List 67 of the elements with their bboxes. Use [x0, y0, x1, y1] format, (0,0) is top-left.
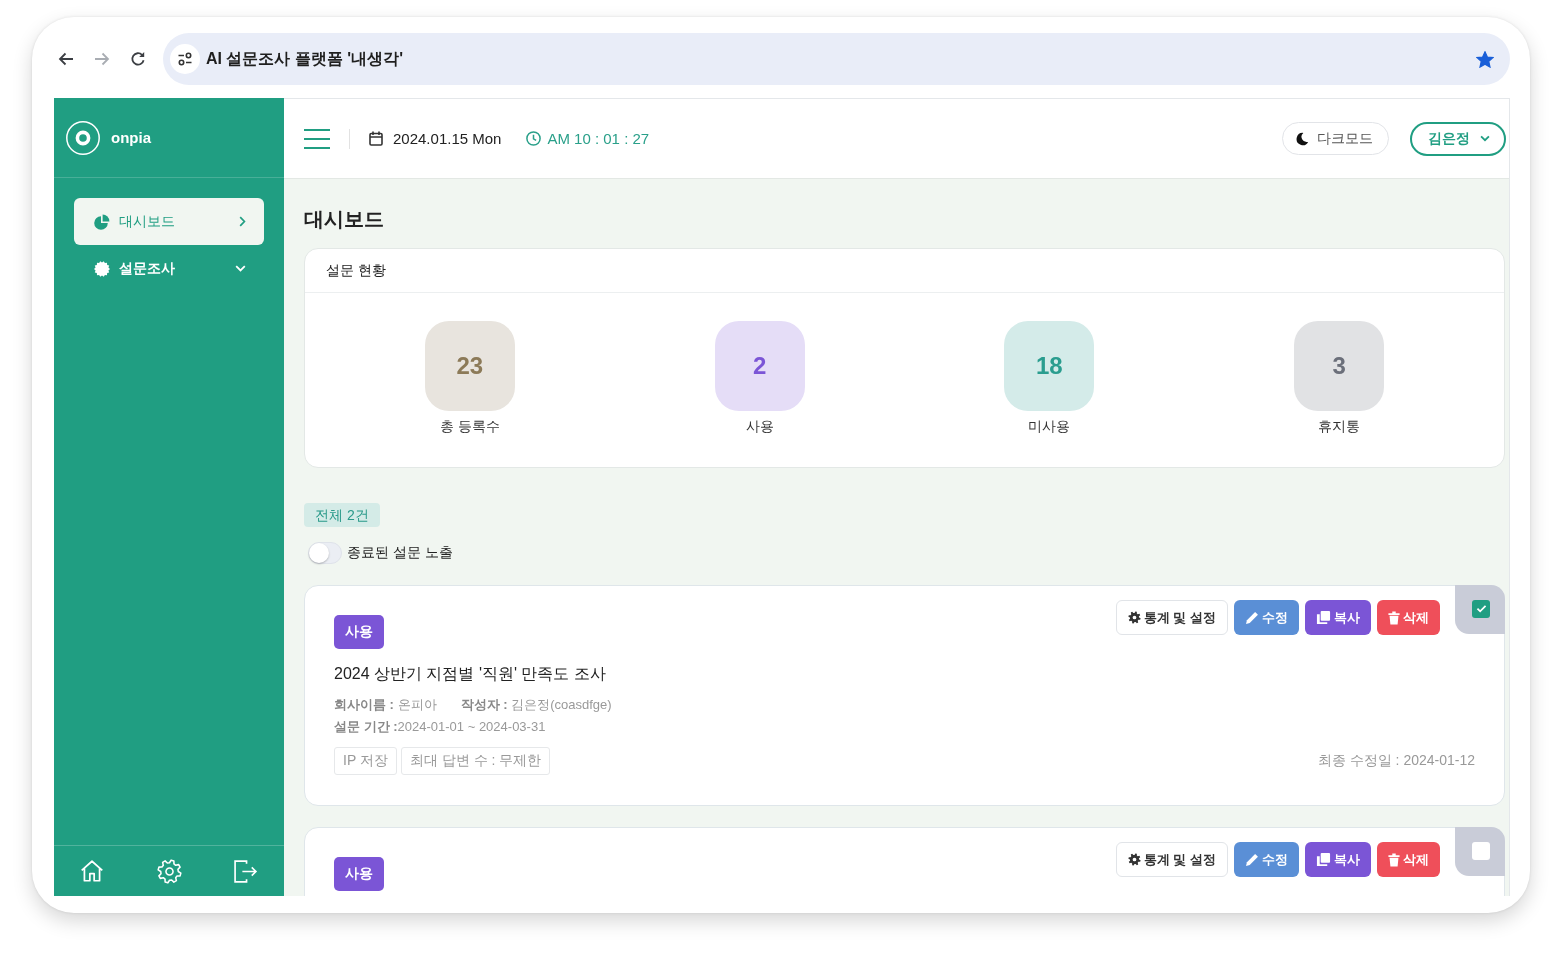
time-text: AM 10 : 01 : 27 — [547, 130, 650, 147]
stats-settings-button[interactable]: 통계 및 설정 — [1115, 600, 1228, 635]
star-icon[interactable] — [1476, 50, 1494, 68]
menu-icon[interactable] — [304, 128, 330, 149]
meta-text: 회사이름 : 온피아 — [334, 696, 437, 714]
gear-icon — [1127, 853, 1141, 866]
survey-title: 2024 상반기 지점별 '직원' 만족도 조사 — [334, 664, 607, 684]
trash-icon — [1388, 610, 1400, 625]
chevron-down-icon — [1480, 135, 1490, 142]
moon-icon — [1295, 131, 1309, 146]
copy-icon — [1316, 610, 1331, 625]
option-tag: 최대 답변 수 : 무제한 — [400, 747, 551, 775]
page-title: 대시보드 — [304, 207, 385, 231]
delete-button[interactable]: 삭제 — [1377, 600, 1440, 635]
checkbox[interactable] — [1472, 599, 1490, 618]
user-menu-button[interactable]: 김은정 — [1410, 121, 1506, 156]
copy-icon — [1316, 852, 1331, 867]
toggle-switch[interactable] — [308, 542, 342, 564]
trash-icon — [1388, 852, 1400, 867]
dark-mode-button[interactable]: 다크모드 — [1282, 122, 1389, 155]
stat-label: 사용 — [745, 418, 774, 436]
check-icon — [1475, 604, 1487, 613]
count-tile: 3 — [1294, 321, 1385, 411]
edit-button[interactable]: 수정 — [1234, 842, 1299, 877]
stats-settings-button[interactable]: 통계 및 설정 — [1115, 842, 1228, 877]
clock-icon — [526, 131, 542, 146]
count-tile: 23 — [424, 321, 515, 411]
chevron-down-icon — [235, 265, 246, 272]
brand-name: onpia — [111, 129, 151, 146]
copy-button[interactable]: 복사 — [1305, 842, 1371, 877]
reload-icon[interactable] — [130, 51, 146, 67]
stat-label: 총 등록수 — [439, 418, 500, 436]
pie-chart-icon — [94, 213, 110, 230]
meta-text: 작성자 : 김은정(coasdfge) — [460, 696, 612, 714]
date-text: 2024.01.15 Mon — [393, 130, 502, 147]
checkbox[interactable] — [1472, 841, 1490, 860]
seal-icon — [94, 260, 110, 277]
count-tile: 18 — [1004, 321, 1095, 411]
count-tile: 2 — [714, 321, 805, 411]
edit-button[interactable]: 수정 — [1234, 600, 1299, 635]
stat-label: 휴지통 — [1318, 418, 1361, 436]
site-info-icon[interactable] — [170, 44, 200, 74]
back-arrow-icon[interactable] — [58, 52, 74, 66]
option-tag: IP 저장 — [334, 747, 397, 775]
total-count-badge: 전체 2건 — [304, 503, 380, 527]
chevron-right-icon — [239, 216, 246, 227]
calendar-icon — [369, 131, 383, 146]
modified-date: 최종 수정일 : 2024-01-12 — [1317, 752, 1475, 770]
address-bar[interactable]: AI 설문조사 플랫폼 '내생각' — [163, 33, 1510, 85]
gear-icon — [1127, 611, 1141, 624]
address-text: AI 설문조사 플랫폼 '내생각' — [206, 48, 403, 69]
sidebar-item[interactable]: 대시보드 — [74, 198, 264, 245]
status-badge: 사용 — [334, 615, 384, 649]
logo-icon — [66, 120, 100, 155]
settings-icon[interactable] — [156, 858, 182, 884]
toggle-label: 종료된 설문 노출 — [347, 544, 453, 562]
pencil-icon — [1245, 610, 1259, 625]
pencil-icon — [1245, 852, 1259, 867]
home-icon[interactable] — [79, 858, 106, 884]
card-title: 설문 현황 — [326, 261, 386, 280]
copy-button[interactable]: 복사 — [1305, 600, 1371, 635]
status-badge: 사용 — [334, 857, 384, 891]
logout-icon[interactable] — [233, 858, 259, 884]
sidebar-item[interactable]: 설문조사 — [74, 245, 264, 292]
delete-button[interactable]: 삭제 — [1377, 842, 1440, 877]
period-text: 설문 기간 :2024-01-01 ~ 2024-03-31 — [334, 718, 547, 736]
stat-label: 미사용 — [1028, 418, 1071, 436]
